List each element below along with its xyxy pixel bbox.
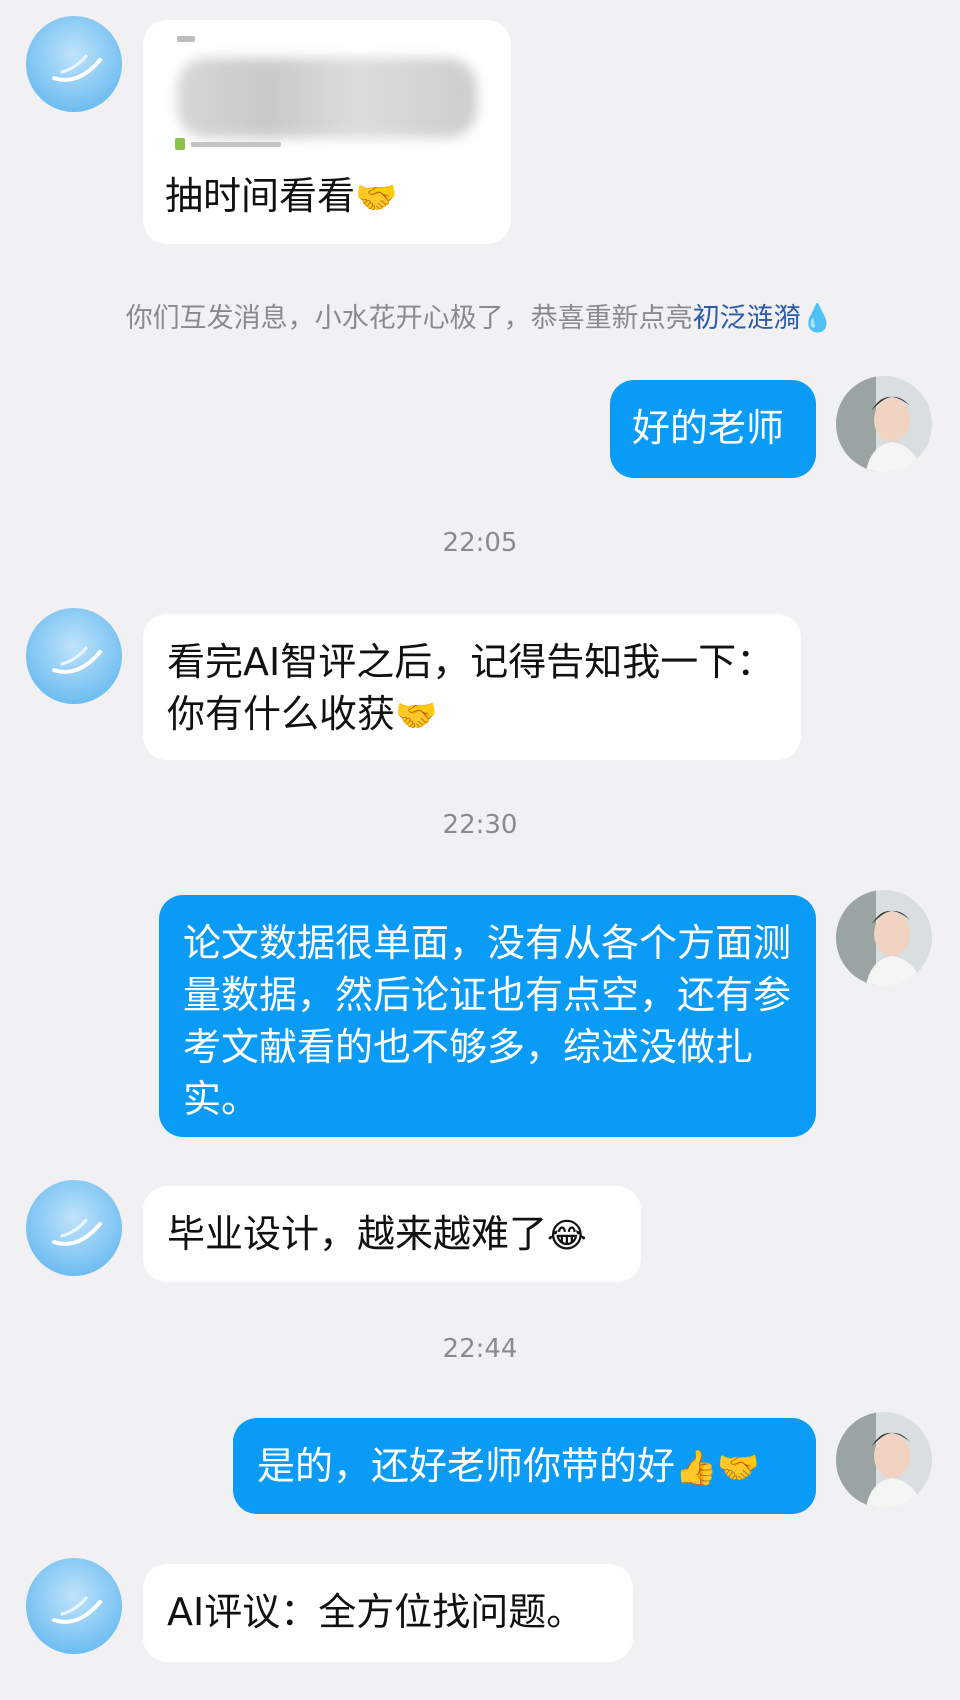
- portrait-avatar-icon: [836, 1412, 932, 1508]
- timestamp: 22:30: [442, 810, 518, 840]
- system-notice-text: 你们互发消息，小水花开心极了，恭喜重新点亮: [125, 303, 693, 334]
- handshake-emoji: 🤝: [395, 696, 438, 736]
- message-bubble-incoming[interactable]: 抽时间看看🤝: [143, 20, 511, 244]
- feather-avatar-icon: [26, 1558, 122, 1654]
- message-bubble-incoming[interactable]: AI评议：全方位找问题。: [143, 1564, 633, 1662]
- water-drop-icon: 💧: [800, 303, 835, 334]
- message-text: 是的，还好老师你带的好: [257, 1444, 676, 1488]
- message-bubble-incoming[interactable]: 毕业设计，越来越难了😂: [143, 1186, 641, 1282]
- user-avatar[interactable]: [836, 890, 932, 986]
- message-bubble-incoming[interactable]: 看完AI智评之后，记得告知我一下：你有什么收获🤝: [143, 614, 801, 760]
- feather-avatar-icon: [26, 16, 122, 112]
- file-preview-tag: [177, 36, 195, 42]
- file-preview-caption: [191, 142, 281, 147]
- teacher-avatar[interactable]: [26, 1180, 122, 1276]
- message-bubble-outgoing[interactable]: 是的，还好老师你带的好👍🤝: [233, 1418, 816, 1514]
- user-avatar[interactable]: [836, 1412, 932, 1508]
- message-text: AI评议：全方位找问题。: [167, 1590, 585, 1634]
- portrait-avatar-icon: [836, 890, 932, 986]
- teacher-avatar[interactable]: [26, 16, 122, 112]
- message-text: 论文数据很单面，没有从各个方面测量数据，然后论证也有点空，还有参考文献看的也不够…: [183, 921, 792, 1121]
- message-bubble-outgoing[interactable]: 论文数据很单面，没有从各个方面测量数据，然后论证也有点空，还有参考文献看的也不够…: [159, 895, 816, 1137]
- message-text: 好的老师: [632, 406, 785, 450]
- teacher-avatar[interactable]: [26, 1558, 122, 1654]
- laughing-tears-emoji: 😂: [547, 1216, 587, 1256]
- portrait-avatar-icon: [836, 376, 932, 472]
- system-notice: 你们互发消息，小水花开心极了，恭喜重新点亮初泛涟漪💧: [0, 296, 960, 335]
- message-text: 毕业设计，越来越难了: [167, 1212, 548, 1256]
- message-bubble-outgoing[interactable]: 好的老师: [610, 380, 816, 478]
- feather-avatar-icon: [26, 608, 122, 704]
- teacher-avatar[interactable]: [26, 608, 122, 704]
- system-notice-highlight[interactable]: 初泛涟漪: [693, 303, 801, 334]
- blurred-file-preview[interactable]: [177, 58, 477, 138]
- handshake-emoji: 🤝: [355, 178, 398, 218]
- timestamp: 22:05: [442, 528, 518, 558]
- message-text: 看完AI智评之后，记得告知我一下：你有什么收获: [167, 640, 775, 736]
- feather-avatar-icon: [26, 1180, 122, 1276]
- file-icon: [175, 138, 185, 150]
- user-avatar[interactable]: [836, 376, 932, 472]
- timestamp: 22:44: [442, 1334, 518, 1364]
- message-text: 抽时间看看: [165, 174, 356, 218]
- thumbs-up-handshake-emoji: 👍🤝: [675, 1448, 760, 1488]
